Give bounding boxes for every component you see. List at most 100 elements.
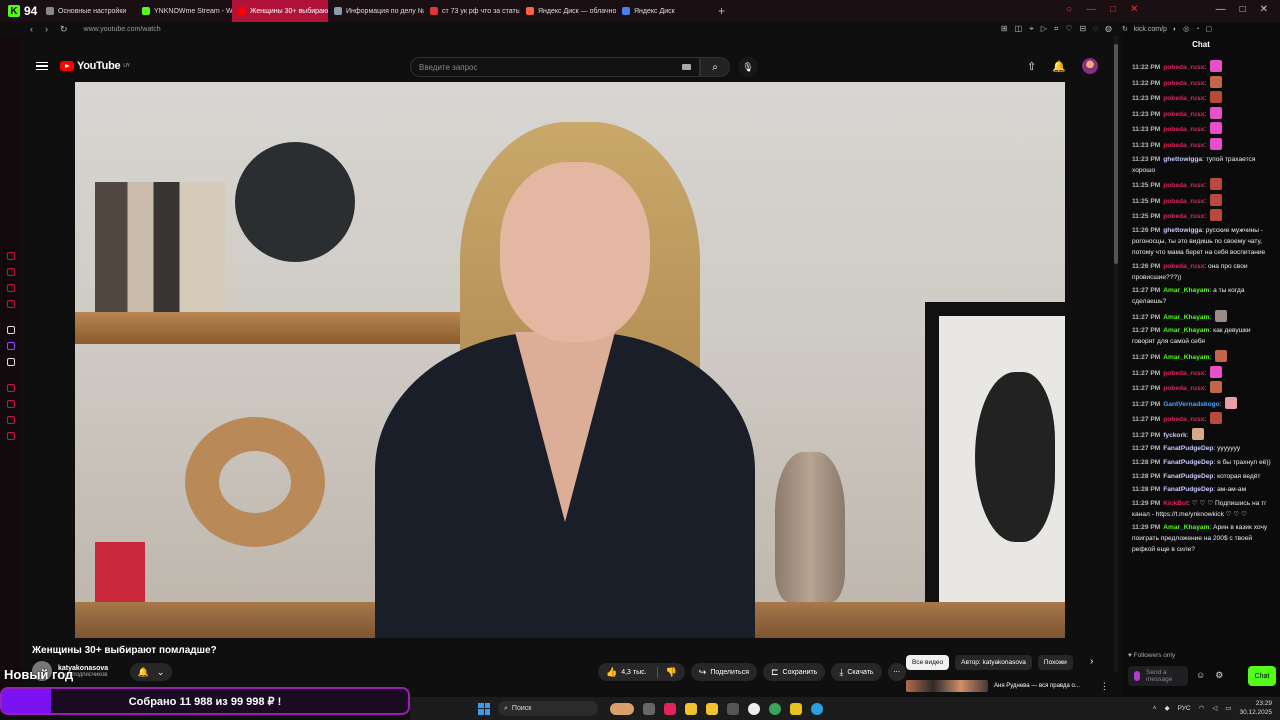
more-actions-button[interactable]: ⋯ <box>887 663 906 681</box>
search-tabs-icon[interactable]: ○ <box>1066 4 1072 15</box>
voice-search-button[interactable]: 🎙 <box>738 57 758 77</box>
language-indicator[interactable]: РУС <box>1178 705 1191 712</box>
opera-gx-icon[interactable] <box>664 702 676 715</box>
message-username[interactable]: Amar_Khayam <box>1163 524 1209 531</box>
settings-icon[interactable]: ⚙ <box>1215 670 1223 681</box>
keyboard-icon[interactable] <box>682 64 691 70</box>
message-username[interactable]: pobeda_rusx <box>1163 126 1204 133</box>
emote-icon[interactable]: ☺ <box>1196 670 1205 681</box>
opera-gx-tab-counter[interactable]: K 94 <box>0 0 40 22</box>
chat-input[interactable]: Send a message <box>1128 666 1188 686</box>
youtube-logo[interactable]: YouTube UY <box>60 60 130 72</box>
file-explorer-icon[interactable] <box>685 702 697 715</box>
twitch-icon[interactable] <box>7 342 15 350</box>
browser-tab[interactable]: YNKNOWme Stream - Wa <box>136 0 232 22</box>
message-username[interactable]: pobeda_rusx <box>1163 198 1204 205</box>
chip-all-videos[interactable]: Все видео <box>906 655 950 670</box>
search-input[interactable]: Введите запрос <box>410 57 700 77</box>
message-username[interactable]: pobeda_rusx <box>1163 370 1204 377</box>
extension-icon[interactable]: ◎ <box>1183 25 1189 33</box>
message-username[interactable]: FanatPudgeDep <box>1163 473 1213 480</box>
message-username[interactable]: pobeda_rusx <box>1163 95 1204 102</box>
reload-icon[interactable]: ↻ <box>60 24 68 35</box>
sidebar-icon[interactable] <box>7 384 15 392</box>
sidebar-icon[interactable] <box>7 326 15 334</box>
folder-icon[interactable] <box>706 702 718 715</box>
message-username[interactable]: Amar_Khayam <box>1163 287 1209 294</box>
save-button[interactable]: ⊏ Сохранить <box>763 663 826 681</box>
message-username[interactable]: pobeda_rusx <box>1163 111 1204 118</box>
message-username[interactable]: fyckork <box>1163 432 1186 439</box>
sidebar-icon[interactable] <box>7 416 15 424</box>
taskbar-search[interactable]: ⌕ Поиск <box>498 701 598 716</box>
extension-icon[interactable]: ◌ <box>1093 24 1098 34</box>
message-username[interactable]: pobeda_rusx <box>1163 80 1204 87</box>
subscription-bell-button[interactable]: 🔔 ⌄ <box>130 663 172 681</box>
screenshot-icon[interactable]: ⌗ <box>1054 24 1059 34</box>
message-username[interactable]: ghettowigga <box>1163 156 1202 163</box>
browser-tab[interactable]: Яндекс Диск — облачное <box>520 0 616 22</box>
message-username[interactable]: pobeda_rusx <box>1163 64 1204 71</box>
send-chat-button[interactable]: Chat <box>1248 666 1276 686</box>
message-username[interactable]: FanatPudgeDep <box>1163 459 1213 466</box>
browser-tab[interactable]: Основные настройки <box>40 0 136 22</box>
back-icon[interactable]: ‹ <box>30 24 33 35</box>
history-icon[interactable] <box>7 400 15 408</box>
message-username[interactable]: Amar_Khayam <box>1163 314 1209 321</box>
share-button[interactable]: ↪ Поделиться <box>690 663 757 681</box>
extension-icon[interactable]: ◫ <box>1015 24 1023 34</box>
message-username[interactable]: FanatPudgeDep <box>1163 445 1213 452</box>
battery-icon[interactable]: ▭ <box>1225 704 1231 712</box>
maximize-icon[interactable]: □ <box>1110 4 1116 15</box>
task-view-icon[interactable] <box>643 702 655 715</box>
windows-start-icon[interactable] <box>478 702 490 715</box>
minimize-icon[interactable]: — <box>1086 4 1096 15</box>
sidebar-icon[interactable] <box>7 300 15 308</box>
message-username[interactable]: Amar_Khayam <box>1163 354 1209 361</box>
extension-icon[interactable]: ⌖ <box>1029 24 1034 34</box>
message-username[interactable]: pobeda_rusx <box>1163 213 1204 220</box>
message-username[interactable]: KickBot <box>1163 500 1188 507</box>
chip-from-author[interactable]: Автор: katyakonasova <box>955 655 1032 670</box>
extension-icon[interactable]: ◐ <box>1173 26 1177 33</box>
notifications-icon[interactable]: 🔔 <box>1052 60 1066 73</box>
extension-icon[interactable]: ▢ <box>1206 25 1213 33</box>
extension-icon[interactable]: ◍ <box>1105 24 1112 34</box>
extension-icon[interactable]: ⊞ <box>1001 24 1008 34</box>
yandex-icon[interactable] <box>748 702 760 715</box>
message-username[interactable]: GantVernadskogo <box>1163 401 1219 408</box>
maximize-icon[interactable]: □ <box>1240 4 1246 15</box>
app-icon[interactable] <box>790 702 802 715</box>
app-icon[interactable] <box>769 702 781 715</box>
side-panel-url[interactable]: kick.com/p <box>1134 26 1167 33</box>
forward-icon[interactable]: › <box>45 24 48 35</box>
message-username[interactable]: ghettowigga <box>1163 227 1202 234</box>
close-icon[interactable]: ✕ <box>1130 4 1138 15</box>
chip-related[interactable]: Похожи <box>1037 655 1073 670</box>
recommended-video[interactable]: Аня Руднева — вся правда о... ⋮ <box>906 680 1109 692</box>
clock[interactable]: 23:29 30.12.2025 <box>1239 699 1272 717</box>
sidebar-icon[interactable] <box>7 252 15 260</box>
more-icon[interactable]: ⋮ <box>1100 681 1109 692</box>
message-username[interactable]: pobeda_rusx <box>1163 142 1204 149</box>
search-button[interactable]: ⌕ <box>700 57 730 77</box>
avatar[interactable] <box>1082 58 1098 74</box>
bookmark-icon[interactable]: ⊟ <box>1080 24 1087 34</box>
message-username[interactable]: pobeda_rusx <box>1163 263 1204 270</box>
message-username[interactable]: FanatPudgeDep <box>1163 486 1213 493</box>
extension-icon[interactable]: ◔ <box>1195 26 1199 33</box>
video-thumbnail[interactable] <box>906 680 988 692</box>
browser-tab[interactable]: Яндекс Диск <box>616 0 712 22</box>
menu-icon[interactable] <box>36 61 48 71</box>
video-player[interactable] <box>75 82 1065 638</box>
heart-icon[interactable]: ♡ <box>1065 24 1072 34</box>
upload-icon[interactable]: ⇧ <box>1027 60 1036 73</box>
message-username[interactable]: Amar_Khayam <box>1163 327 1209 334</box>
reload-icon[interactable]: ↻ <box>1122 25 1128 33</box>
download-button[interactable]: ⤓ Скачать <box>831 663 882 681</box>
message-username[interactable]: pobeda_rusx <box>1163 416 1204 423</box>
settings-icon[interactable] <box>7 432 15 440</box>
sidebar-icon[interactable] <box>7 268 15 276</box>
thumbs-down-icon[interactable]: 👎 <box>656 666 677 678</box>
app-icon[interactable] <box>727 702 739 715</box>
